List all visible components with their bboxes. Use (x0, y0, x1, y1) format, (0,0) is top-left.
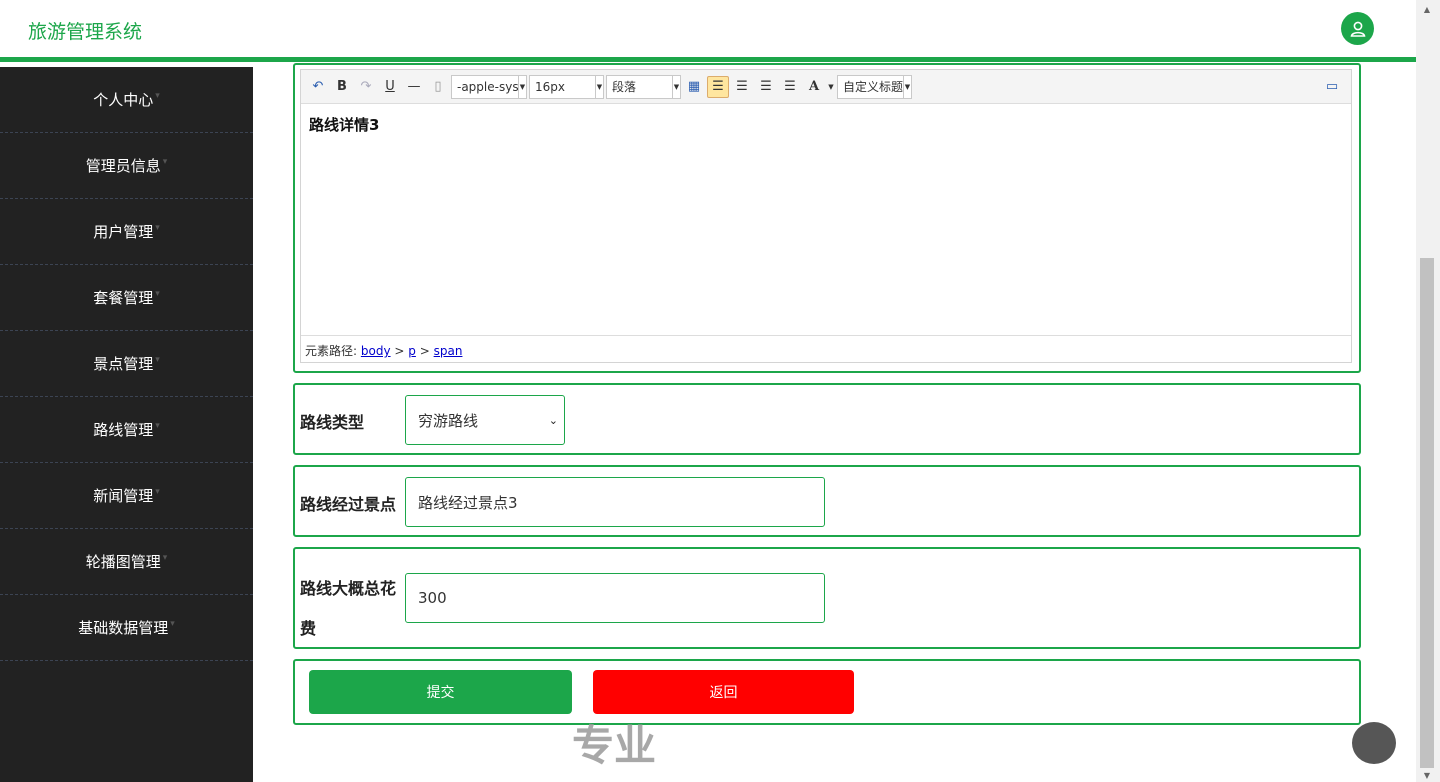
align-left-icon[interactable]: ☰ (707, 75, 729, 98)
path-link-body[interactable]: body (361, 344, 391, 358)
route-type-label: 路线类型 (300, 413, 365, 432)
scrollbar-thumb[interactable] (1420, 258, 1434, 768)
chevron-down-icon: ▾ (155, 90, 160, 101)
sidebar-item-label: 路线管理 (93, 421, 154, 439)
redo-icon[interactable]: ↷ (355, 76, 377, 98)
chevron-down-icon: ⌄ (548, 413, 558, 427)
align-center-icon[interactable]: ☰ (755, 76, 777, 98)
underline-icon[interactable]: U (379, 76, 401, 98)
path-link-span[interactable]: span (434, 344, 463, 358)
font-size-value: 16px (535, 79, 565, 94)
scroll-down-icon[interactable]: ▼ (1420, 768, 1434, 782)
element-path-label: 元素路径: (305, 344, 358, 358)
user-avatar-button[interactable] (1341, 12, 1374, 45)
paste-plain-icon[interactable]: ▯ (427, 76, 449, 98)
sidebar: 个人中心 ▾ 管理员信息 ▾ 用户管理 ▾ 套餐管理 ▾ 景点管理 ▾ 路线管理 ▾ 新闻管… (0, 67, 253, 782)
custom-title-select[interactable]: 自定义标题 ▼ (837, 74, 912, 99)
sidebar-item-user-management[interactable]: 用户管理 ▾ (0, 199, 253, 265)
watermark-text: 专业 (572, 721, 657, 770)
chevron-down-icon: ▾ (162, 156, 168, 167)
header: 旅游管理系统 (0, 0, 1416, 62)
sidebar-item-label: 轮播图管理 (85, 553, 161, 571)
path-link-p[interactable]: p (408, 344, 416, 358)
chevron-down-icon: ▾ (155, 420, 160, 431)
sidebar-item-news-management[interactable]: 新闻管理 ▾ (0, 463, 253, 529)
sidebar-item-spot-management[interactable]: 景点管理 ▾ (0, 331, 253, 397)
chevron-down-icon: ▼ (903, 75, 911, 98)
sidebar-item-label: 景点管理 (93, 355, 154, 373)
app-title: 旅游管理系统 (28, 21, 143, 43)
chevron-down-icon: ▾ (170, 618, 175, 629)
submit-button[interactable]: 提交 (309, 670, 572, 714)
sidebar-item-label: 用户管理 (93, 223, 154, 241)
undo-icon[interactable]: ↶ (307, 76, 329, 98)
editor-content-text: 路线详情3 (309, 116, 380, 134)
custom-title-value: 自定义标题 (843, 80, 904, 94)
align-right-icon[interactable]: ☰ (731, 76, 753, 98)
sidebar-item-label: 管理员信息 (85, 157, 161, 175)
rich-text-editor: ↶ B ↷ U — ▯ -apple-sys ▼ 16px ▼ 段落 ▼ ▦ ☰… (300, 69, 1352, 363)
sidebar-item-label: 个人中心 (93, 91, 154, 109)
route-type-select[interactable]: 穷游路线 ⌄ (405, 395, 565, 445)
route-spots-value: 路线经过景点3 (418, 493, 518, 512)
chevron-down-icon: ▾ (162, 552, 168, 563)
chevron-down-icon: ▼ (672, 75, 680, 98)
chevron-down-icon: ▾ (155, 288, 160, 299)
sidebar-item-personal-center[interactable]: 个人中心 ▾ (0, 67, 253, 133)
horizontal-rule-icon[interactable]: — (403, 76, 425, 98)
route-cost-input[interactable]: 300 (405, 573, 825, 623)
sidebar-item-label: 基础数据管理 (78, 619, 169, 637)
route-spots-input[interactable]: 路线经过景点3 (405, 477, 825, 527)
route-type-row: 路线类型 穷游路线 ⌄ (293, 383, 1361, 455)
route-cost-row: 路线大概总花 费 300 (293, 547, 1361, 649)
font-size-select[interactable]: 16px ▼ (529, 74, 604, 99)
table-icon[interactable]: ▦ (683, 76, 705, 98)
chevron-down-icon: ▼ (595, 75, 603, 98)
font-family-value: -apple-sys (457, 79, 519, 94)
action-row: 提交 返回 (293, 659, 1361, 725)
paragraph-value: 段落 (612, 80, 637, 94)
font-color-icon[interactable]: A (803, 76, 825, 98)
sidebar-item-basic-data-management[interactable]: 基础数据管理 ▾ (0, 595, 253, 661)
path-separator: > (394, 344, 405, 358)
route-detail-box: ↶ B ↷ U — ▯ -apple-sys ▼ 16px ▼ 段落 ▼ ▦ ☰… (293, 63, 1361, 373)
floating-action-button[interactable] (1352, 722, 1396, 764)
align-justify-icon[interactable]: ☰ (779, 76, 801, 98)
sidebar-item-label: 新闻管理 (93, 487, 154, 505)
editor-content-area[interactable]: 路线详情3 (301, 104, 1351, 335)
route-spots-row: 路线经过景点 路线经过景点3 (293, 465, 1361, 537)
element-path-bar: 元素路径: body > p > span (301, 335, 1351, 361)
paragraph-select[interactable]: 段落 ▼ (606, 74, 681, 99)
chevron-down-icon: ▾ (155, 486, 160, 497)
sidebar-item-package-management[interactable]: 套餐管理 ▾ (0, 265, 253, 331)
route-cost-label-line2: 费 (300, 619, 317, 638)
route-cost-value: 300 (418, 589, 447, 607)
sidebar-item-admin-info[interactable]: 管理员信息 ▾ (0, 133, 253, 199)
back-button[interactable]: 返回 (593, 670, 854, 714)
sidebar-item-label: 套餐管理 (93, 289, 154, 307)
chevron-down-icon: ▾ (155, 354, 160, 365)
user-icon (1350, 21, 1365, 37)
scroll-up-icon[interactable]: ▲ (1420, 2, 1434, 16)
route-cost-label: 路线大概总花 费 (300, 569, 396, 649)
chevron-down-icon: ▾ (155, 222, 160, 233)
fullscreen-icon[interactable]: ▭ (1321, 76, 1343, 98)
path-separator: > (419, 344, 430, 358)
editor-toolbar: ↶ B ↷ U — ▯ -apple-sys ▼ 16px ▼ 段落 ▼ ▦ ☰… (301, 70, 1351, 104)
chevron-down-icon: ▼ (518, 75, 526, 98)
sidebar-item-route-management[interactable]: 路线管理 ▾ (0, 397, 253, 463)
chevron-down-icon[interactable]: ▼ (827, 76, 835, 98)
sidebar-item-carousel-management[interactable]: 轮播图管理 ▾ (0, 529, 253, 595)
bold-icon[interactable]: B (331, 76, 353, 98)
route-cost-label-line1: 路线大概总花 (300, 579, 397, 598)
font-family-select[interactable]: -apple-sys ▼ (451, 74, 527, 99)
main-content: ↶ B ↷ U — ▯ -apple-sys ▼ 16px ▼ 段落 ▼ ▦ ☰… (253, 63, 1416, 782)
route-spots-label: 路线经过景点 (300, 495, 397, 514)
route-type-value: 穷游路线 (418, 411, 479, 430)
